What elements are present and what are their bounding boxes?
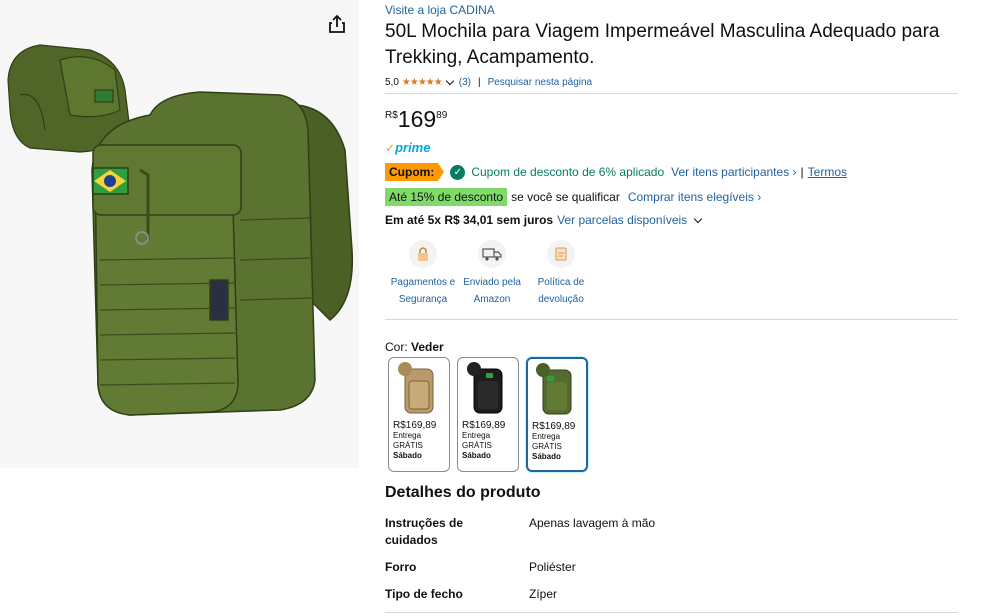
spec-row: Instruções de cuidados Apenas lavagem à … (385, 515, 945, 549)
participating-items-link[interactable]: Ver itens participantes › (671, 165, 796, 179)
terms-link[interactable]: Termos (808, 165, 847, 179)
prime-badge: ✓ prime (385, 140, 430, 155)
swatch-day: Sábado (462, 451, 491, 460)
feature-payment-security[interactable]: Pagamentos e Segurança (385, 238, 461, 308)
eligible-items-link[interactable]: Comprar itens elegíveis › (628, 190, 761, 204)
feature-return-policy[interactable]: Política de devolução (523, 238, 599, 308)
product-image (7, 44, 354, 416)
chevron-down-icon[interactable] (445, 76, 454, 86)
swatch-price: R$169,89 (393, 420, 437, 431)
discount-text: se você se qualificar (511, 190, 620, 204)
discount-badge: Até 15% de desconto (385, 188, 508, 206)
coupon-text: Cupom de desconto de 6% aplicado (471, 165, 665, 179)
swatch-free: GRÁTIS (532, 442, 562, 451)
payment-security-icon (409, 240, 437, 268)
return-policy-icon (547, 240, 575, 268)
feature-icons: Pagamentos e Segurança Enviado pela Amaz… (385, 238, 592, 308)
divider (385, 612, 958, 613)
main-pack (91, 91, 354, 416)
swatch-black[interactable]: R$169,89 Entrega GRÁTIS Sábado (457, 357, 519, 472)
spec-value: Poliéster (529, 560, 576, 574)
share-button[interactable] (326, 13, 348, 35)
star-rating-icon[interactable]: ★★★★★ (402, 77, 443, 88)
installments-row: Em até 5x R$ 34,01 sem juros Ver parcela… (385, 213, 703, 227)
swatch-image (391, 360, 447, 418)
feature-label: Pagamentos e Segurança (390, 277, 456, 305)
coupon-badge: Cupom: (385, 163, 445, 181)
product-title: 50L Mochila para Viagem Impermeável Masc… (385, 21, 940, 68)
color-label-text: Cor: (385, 340, 408, 354)
spec-key: Tipo de fecho (385, 587, 463, 601)
swatch-delivery: Entrega (393, 431, 422, 440)
spec-row: Tipo de fecho Zíper (385, 586, 945, 603)
color-value: Veder (411, 340, 444, 354)
swatch-price: R$169,89 (462, 420, 506, 431)
swatch-free: GRÁTIS (462, 441, 492, 450)
swatch-image (530, 361, 584, 419)
store-link[interactable]: Visite a loja CADINA (385, 3, 495, 17)
rating-row: 5,0 ★★★★★ (3) | Pesquisar nesta página (385, 76, 593, 88)
share-icon (329, 14, 345, 33)
swatch-day: Sábado (532, 452, 561, 461)
color-label: Cor: Veder (385, 340, 444, 354)
swatch-delivery: Entrega (462, 431, 491, 440)
swatch-image (460, 360, 516, 418)
prime-check-icon: ✓ (385, 140, 396, 155)
divider (385, 319, 958, 320)
divider (385, 93, 958, 94)
spec-key: Instruções de cuidados (385, 516, 464, 547)
rating-count-link[interactable]: (3) (459, 77, 471, 88)
price-fraction: 89 (436, 110, 448, 121)
swatch-free: GRÁTIS (393, 441, 423, 450)
swatch-delivery: Entrega (532, 432, 561, 441)
price: R$ 169 89 (385, 106, 447, 132)
spec-value: Zíper (529, 587, 558, 601)
discount-row: Até 15% de desconto se você se qualifica… (385, 188, 761, 206)
feature-label: Enviado pela Amazon (463, 277, 521, 305)
swatch-price: R$169,89 (532, 421, 576, 432)
feature-amazon-delivery[interactable]: Enviado pela Amazon (454, 238, 530, 308)
coupon-row: Cupom: ✓ Cupom de desconto de 6% aplicad… (385, 163, 847, 181)
color-swatches: R$169,89 Entrega GRÁTIS Sábado R$169,89 … (388, 357, 588, 472)
rating-value: 5,0 (385, 77, 399, 88)
installments-link[interactable]: Ver parcelas disponíveis (557, 213, 687, 227)
product-image-panel[interactable] (0, 0, 359, 468)
separator: | (477, 77, 481, 88)
search-page-link[interactable]: Pesquisar nesta página (488, 77, 593, 88)
check-circle-icon: ✓ (450, 164, 466, 180)
price-whole: 169 (397, 106, 437, 132)
price-currency: R$ (385, 110, 398, 121)
chevron-down-icon[interactable] (693, 214, 703, 223)
prime-label: prime (395, 140, 431, 155)
swatch-tan[interactable]: R$169,89 Entrega GRÁTIS Sábado (388, 357, 450, 472)
product-details-table: Instruções de cuidados Apenas lavagem à … (385, 515, 945, 613)
swatch-day: Sábado (393, 451, 422, 460)
feature-label: Política de devolução (537, 277, 585, 305)
installments-text: Em até 5x R$ 34,01 sem juros (385, 213, 554, 227)
spec-value: Apenas lavagem à mão (529, 516, 656, 530)
product-details-title: Detalhes do produto (385, 484, 541, 501)
spec-key: Forro (385, 560, 417, 574)
spec-row: Forro Poliéster (385, 559, 945, 576)
amazon-delivery-icon (478, 240, 506, 268)
coupon-separator: | (800, 165, 804, 179)
swatch-green-selected[interactable]: R$169,89 Entrega GRÁTIS Sábado (526, 357, 588, 472)
